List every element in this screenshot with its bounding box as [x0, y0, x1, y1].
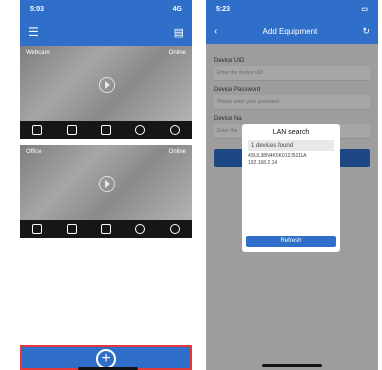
message-icon[interactable] [66, 125, 77, 135]
camera-tile-office[interactable]: Office Online [20, 145, 192, 220]
top-bar: ‹ Add Equipment ↻ [206, 18, 378, 44]
settings-icon[interactable] [169, 125, 180, 135]
settings-icon[interactable] [169, 224, 180, 234]
photo-icon[interactable] [100, 125, 111, 135]
right-header: 5:23 ▭ ‹ Add Equipment ↻ [206, 0, 378, 44]
weather-icon[interactable] [135, 125, 146, 135]
camera-name: Office [26, 149, 42, 155]
camera-name: Webcam [26, 50, 50, 56]
calendar-icon[interactable] [32, 224, 43, 234]
left-header: 5:03 4G ☰ ▤ [20, 0, 192, 46]
menu-icon[interactable]: ☰ [28, 25, 39, 39]
add-equipment-screen: 5:23 ▭ ‹ Add Equipment ↻ Device UID Ente… [206, 0, 378, 370]
camera-toolbar [20, 220, 192, 238]
status-time: 5:03 [30, 5, 45, 13]
status-time: 5:23 [216, 5, 231, 13]
dialog-title: LAN search [272, 129, 310, 136]
page-title: Add Equipment [262, 26, 318, 36]
device-id: 4SUL38N4K0K012J5111A [248, 153, 307, 159]
home-indicator [262, 364, 322, 367]
calendar-icon[interactable] [32, 125, 43, 135]
add-device-button[interactable]: + [96, 349, 116, 369]
device-ip: 192.168.2.14 [248, 160, 278, 166]
camera-tile-webcam[interactable]: Webcam Online [20, 46, 192, 121]
camera-status: Online [168, 149, 186, 155]
status-bar: 5:23 ▭ [206, 0, 378, 18]
lan-search-dialog: LAN search 1 devices found 4SUL38N4K0K01… [242, 124, 340, 252]
message-icon[interactable] [66, 224, 77, 234]
camera-toolbar [20, 121, 192, 139]
refresh-icon[interactable]: ↻ [362, 26, 370, 37]
list-view-icon[interactable]: ▤ [174, 26, 184, 39]
devices-found-text: 1 devices found [248, 140, 334, 151]
back-icon[interactable]: ‹ [214, 26, 217, 37]
add-device-bar: + [20, 345, 192, 370]
battery-icon: ▭ [361, 6, 368, 13]
weather-icon[interactable] [135, 224, 146, 234]
refresh-button[interactable]: Refresh [246, 236, 336, 247]
network-indicator: 4G [172, 5, 182, 13]
top-bar: ☰ ▤ [20, 18, 192, 46]
play-icon[interactable] [99, 76, 115, 93]
photo-icon[interactable] [100, 224, 111, 234]
device-list-screen: 5:03 4G ☰ ▤ Webcam Online Office Online … [20, 0, 192, 370]
play-icon[interactable] [99, 175, 115, 192]
status-bar: 5:03 4G [20, 0, 192, 18]
device-list-item[interactable]: 4SUL38N4K0K012J5111A 192.168.2.14 [248, 153, 334, 167]
camera-status: Online [168, 50, 186, 56]
